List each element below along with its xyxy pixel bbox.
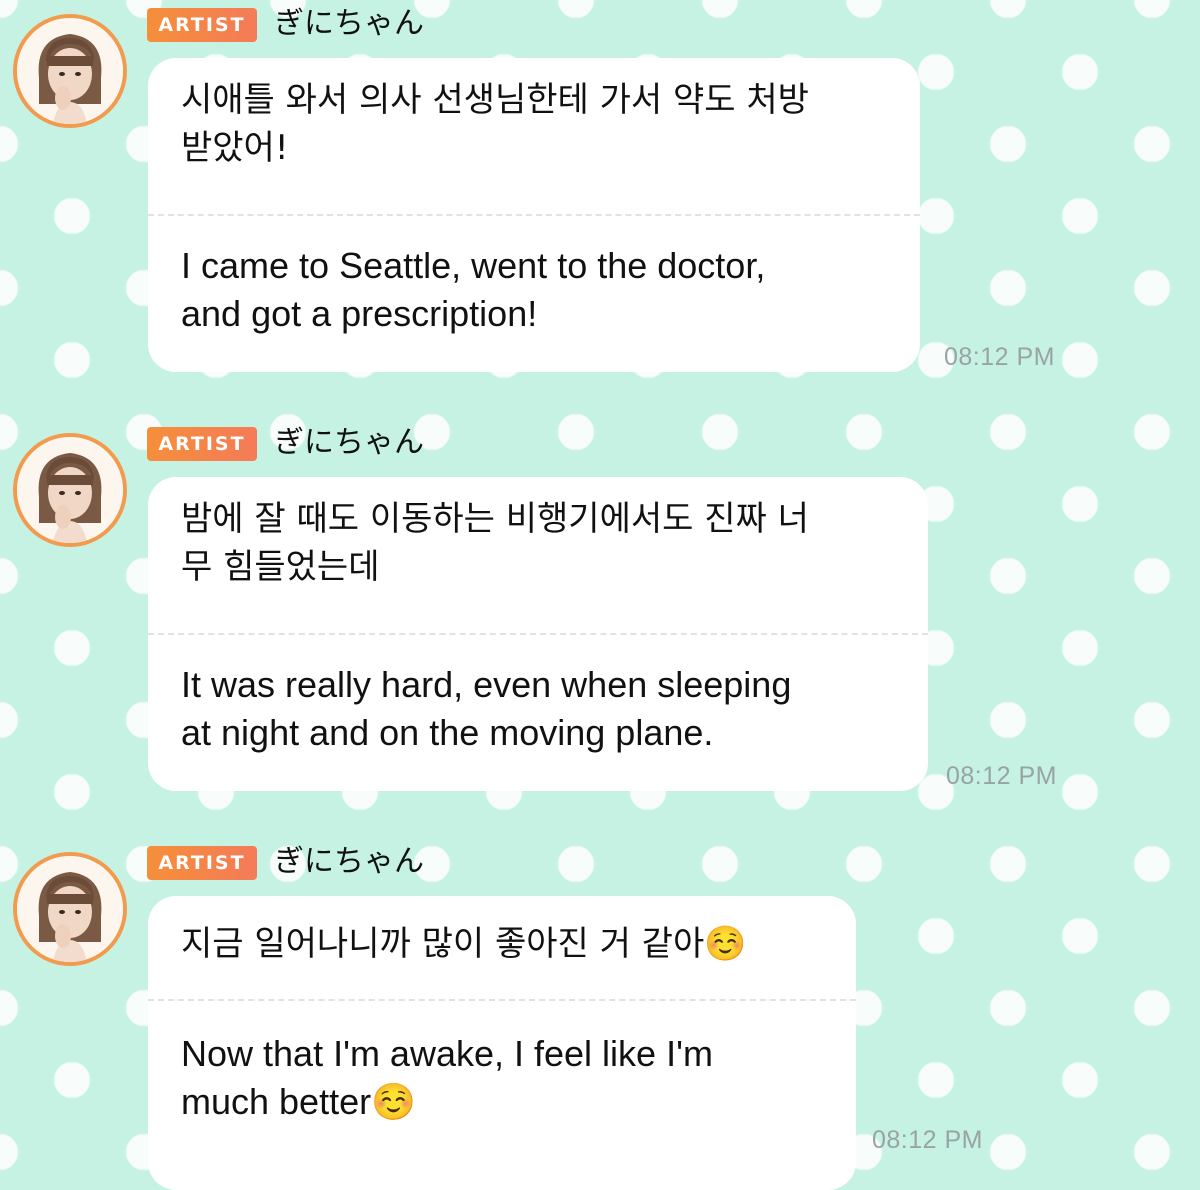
message-bubble[interactable]: 밤에 잘 때도 이동하는 비행기에서도 진짜 너 무 힘들었는데 It was … — [148, 477, 928, 791]
avatar[interactable] — [13, 14, 127, 128]
translation-divider — [148, 633, 928, 635]
message-bubble[interactable]: 지금 일어나니까 많이 좋아진 거 같아☺️ Now that I'm awak… — [148, 896, 856, 1190]
message-text-korean: 지금 일어나니까 많이 좋아진 거 같아☺️ — [181, 924, 747, 964]
message-text-korean: 시애틀 와서 의사 선생님한테 가서 약도 처방 받았어! — [181, 80, 809, 168]
message-text-english: Now that I'm awake, I feel like I'm much… — [181, 1033, 713, 1122]
avatar[interactable] — [13, 433, 127, 547]
artist-badge: ARTIST — [147, 846, 257, 880]
username[interactable]: ぎにちゃん — [274, 423, 424, 463]
profile-photo-icon — [17, 437, 123, 543]
translation-divider — [148, 214, 920, 216]
chat-message: ARTIST ぎにちゃん 시애틀 와서 의사 선생님한테 가서 약도 처방 받았… — [0, 0, 1200, 380]
artist-badge: ARTIST — [147, 427, 257, 461]
message-bubble[interactable]: 시애틀 와서 의사 선생님한테 가서 약도 처방 받았어! I came to … — [148, 58, 920, 372]
username[interactable]: ぎにちゃん — [274, 4, 424, 44]
avatar[interactable] — [13, 852, 127, 966]
profile-photo-icon — [17, 856, 123, 962]
username[interactable]: ぎにちゃん — [274, 842, 424, 882]
message-text-korean: 밤에 잘 때도 이동하는 비행기에서도 진짜 너 무 힘들었는데 — [181, 499, 809, 587]
message-timestamp: 08:12 PM — [872, 1126, 984, 1154]
chat-message: ARTIST ぎにちゃん 지금 일어나니까 많이 좋아진 거 같아☺️ Now … — [0, 838, 1200, 1190]
message-timestamp: 08:12 PM — [944, 343, 1056, 371]
message-text-english: I came to Seattle, went to the doctor, a… — [181, 245, 766, 334]
translation-divider — [148, 999, 856, 1001]
profile-photo-icon — [17, 18, 123, 124]
chat-message: ARTIST ぎにちゃん 밤에 잘 때도 이동하는 비행기에서도 진짜 너 무 … — [0, 419, 1200, 799]
message-timestamp: 08:12 PM — [946, 762, 1058, 790]
artist-badge: ARTIST — [147, 8, 257, 42]
message-text-english: It was really hard, even when sleeping a… — [181, 664, 792, 753]
